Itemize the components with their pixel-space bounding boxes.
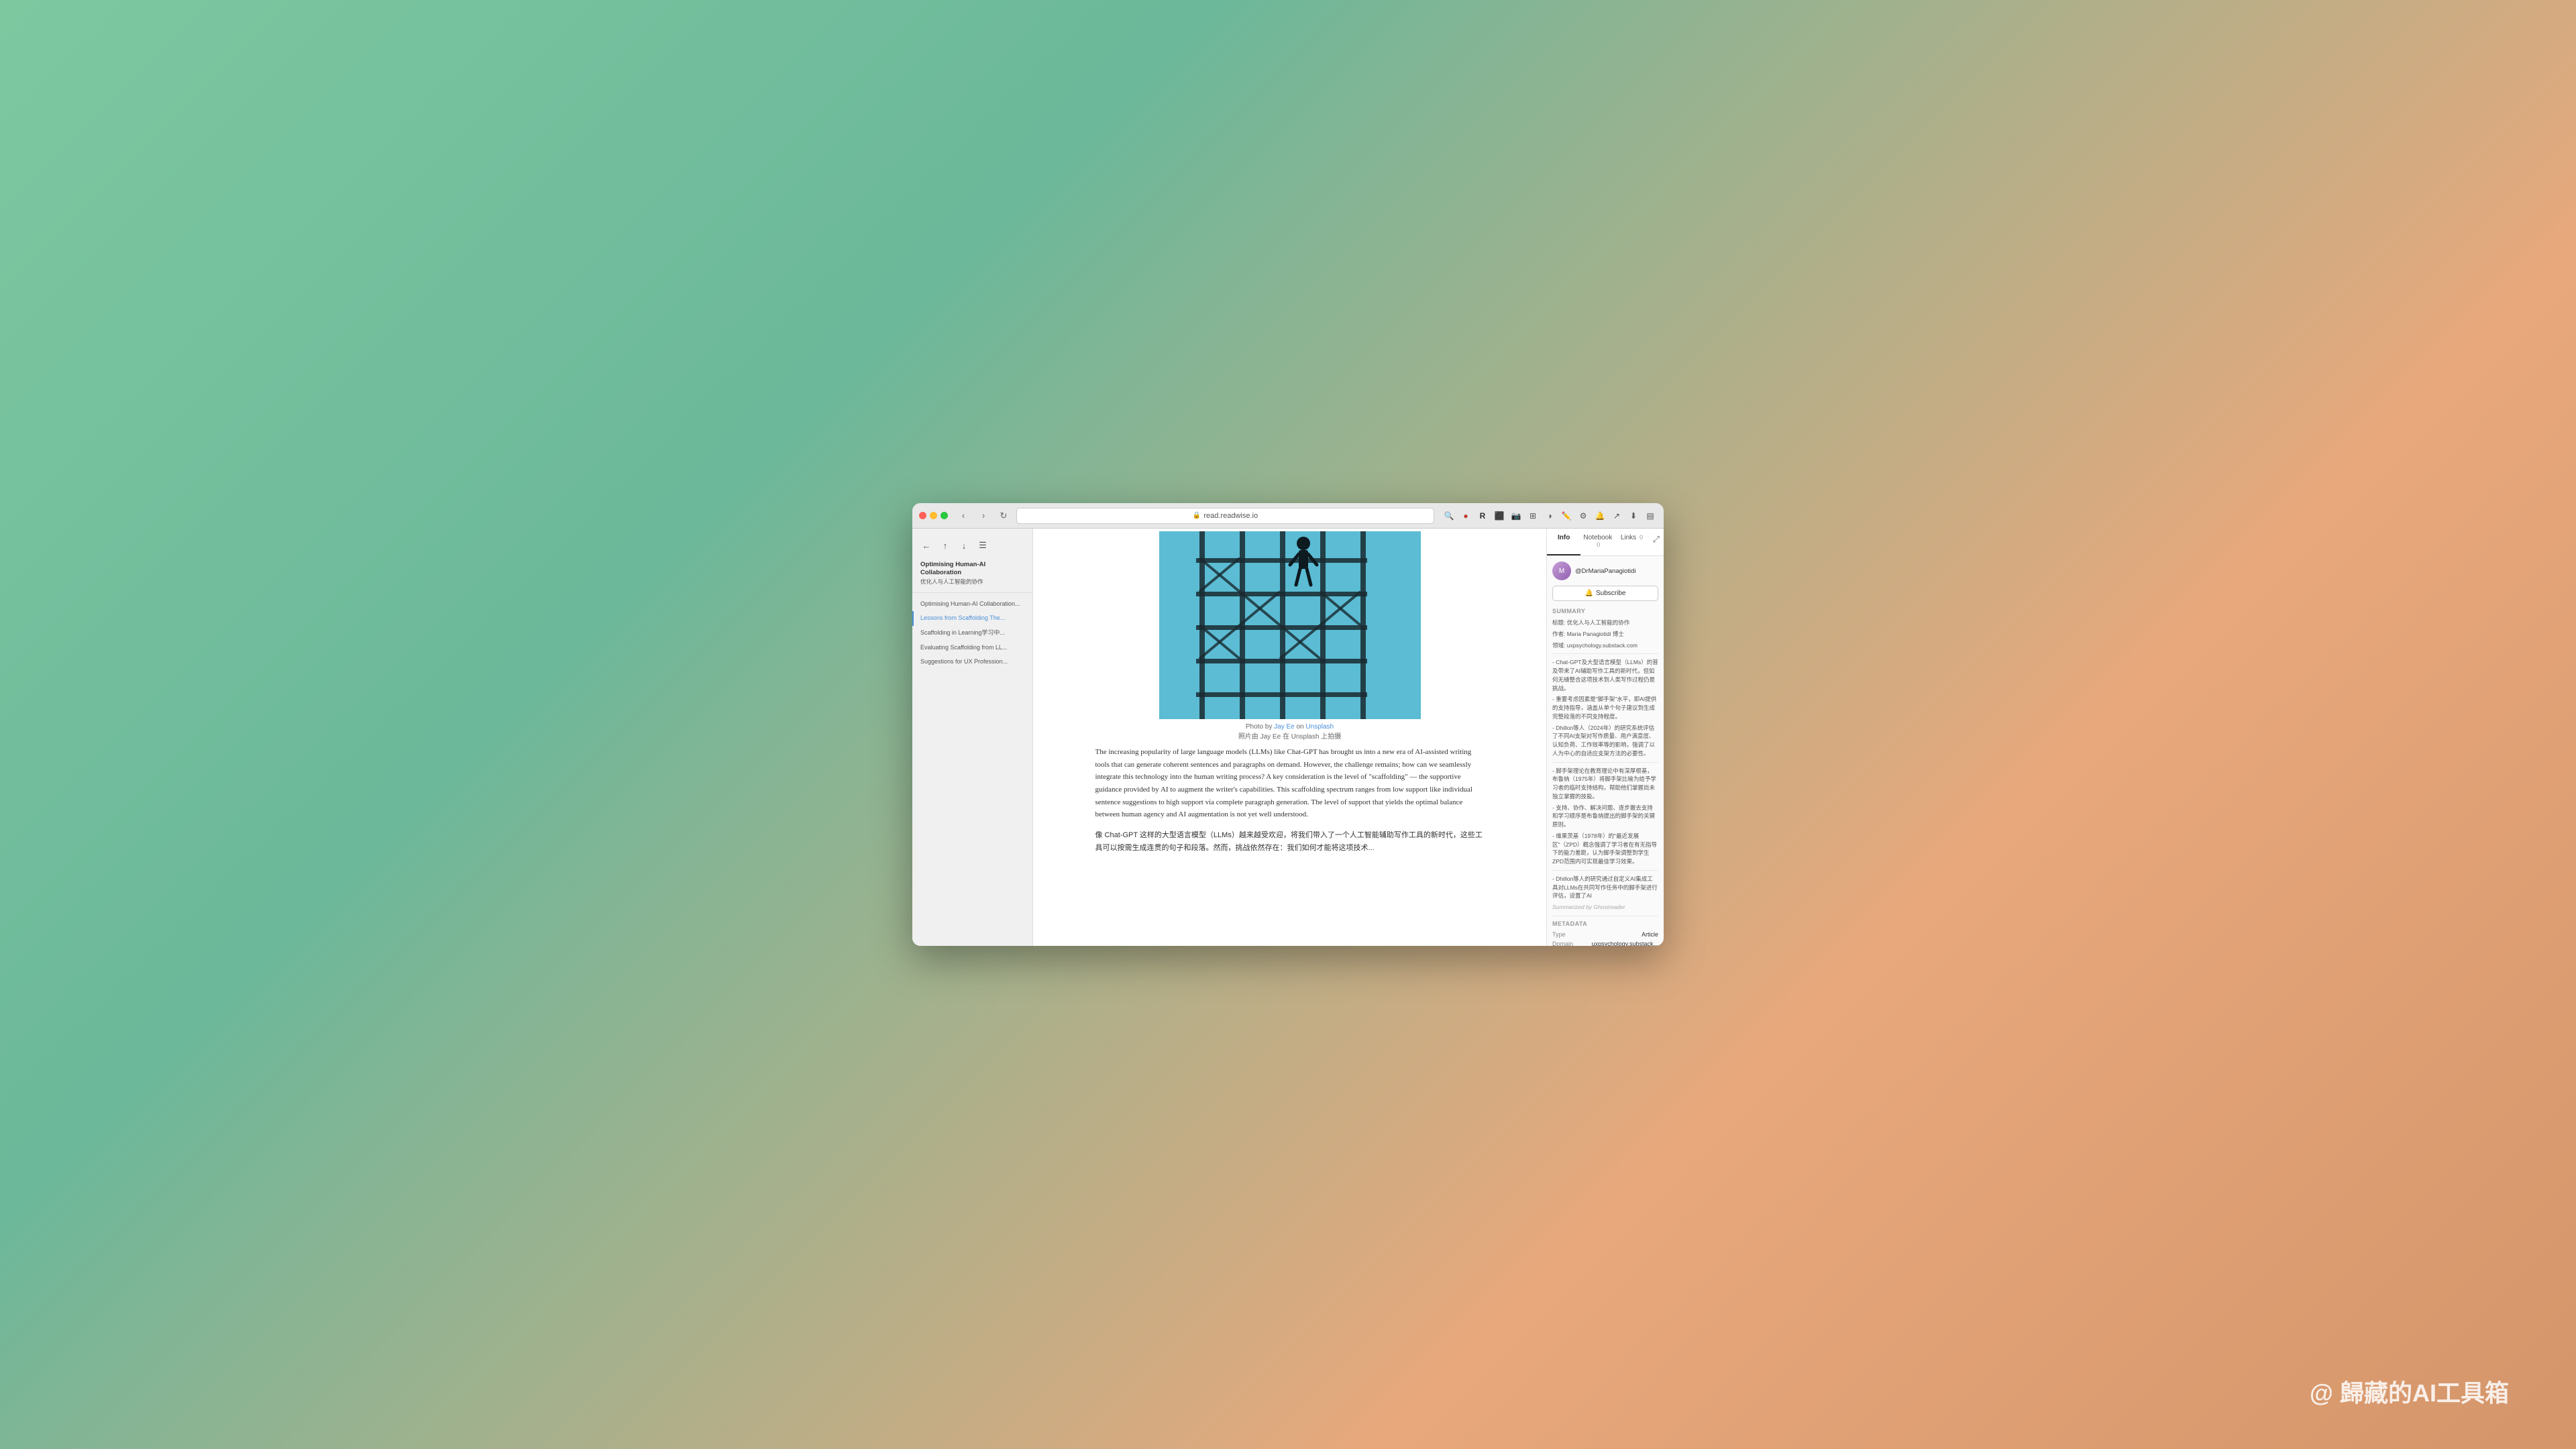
sidebar-up-button[interactable]: ↑ xyxy=(938,538,953,553)
traffic-lights xyxy=(919,512,948,519)
sidebar-item-1[interactable]: Optimising Human-AI Collaboration... xyxy=(912,597,1032,612)
share-icon[interactable]: ↗ xyxy=(1610,509,1623,523)
summary-para-3: - Dhillon等人（2024年）的研究系统评估了不同AI支架对写作质量、用户… xyxy=(1552,724,1658,758)
domain-label: Domain xyxy=(1552,941,1573,946)
nav-refresh-button[interactable]: ↻ xyxy=(996,508,1011,523)
metadata-label: METADATA xyxy=(1552,920,1658,927)
browser-window: ‹ › ↻ 🔒 read.readwise.io 🔍 ● R ⬛ 📷 ⊞ ◑ ✏… xyxy=(912,503,1664,946)
sidebar-down-button[interactable]: ↓ xyxy=(957,538,971,553)
summary-para-1: - Chat-GPT及大型语言模型（LLMs）的普及带来了AI辅助写作工具的新时… xyxy=(1552,658,1658,692)
author-row: M @DrMariaPanagiotidi xyxy=(1552,561,1658,580)
summary-para-2: - 重要考虑因素是"脚手架"水平，即AI提供的支持指导，涵盖从单个句子建议到生成… xyxy=(1552,695,1658,720)
sidebar-icon[interactable]: ▤ xyxy=(1644,509,1657,523)
minimize-button[interactable] xyxy=(930,512,937,519)
main-content: Photo by Jay Ee on Unsplash 照片由 Jay Ee 在… xyxy=(1033,529,1546,946)
record-icon[interactable]: ● xyxy=(1459,509,1472,523)
watermark: @ 歸藏的AI工具箱 xyxy=(2310,1374,2509,1409)
summary-divider-1 xyxy=(1552,653,1658,654)
type-row: Type Article xyxy=(1552,931,1658,938)
summary-line-1: 标题: 优化人与人工智能的协作 xyxy=(1552,619,1658,627)
sidebar-toggle-button[interactable]: ☰ xyxy=(975,538,990,553)
right-panel-content: M @DrMariaPanagiotidi 🔔 Subscribe SUMMAR… xyxy=(1547,556,1664,946)
type-value: Article xyxy=(1642,931,1658,938)
summary-divider-3 xyxy=(1552,870,1658,871)
nav-forward-button[interactable]: › xyxy=(976,508,991,523)
sidebar-article-title: Optimising Human-AI Collaboration 优化人与人工… xyxy=(912,558,1032,588)
pen-icon[interactable]: ✏️ xyxy=(1560,509,1573,523)
scaffolding-illustration xyxy=(1159,531,1421,719)
grid-icon[interactable]: ⊞ xyxy=(1526,509,1540,523)
caption-cn: 照片由 Jay Ee 在 Unsplash 上拍摄 xyxy=(1238,733,1341,741)
close-button[interactable] xyxy=(919,512,926,519)
screenshot-icon[interactable]: 📷 xyxy=(1509,509,1523,523)
caption-text: Photo by xyxy=(1246,723,1274,731)
article-paragraph-2-cn: 像 Chat-GPT 这样的大型语言模型（LLMs）越来越受欢迎，将我们带入了一… xyxy=(1095,829,1485,854)
right-panel-tabs: Info Notebook 0 Links 0 ⤢ xyxy=(1547,529,1664,556)
sidebar-divider xyxy=(912,592,1032,593)
url-text: read.readwise.io xyxy=(1203,512,1258,520)
summary-line-2: 作者: Maria Panagiotidi 博士 xyxy=(1552,630,1658,639)
summary-label: SUMMARY xyxy=(1552,608,1658,614)
article-paragraph-1: The increasing popularity of large langu… xyxy=(1095,746,1485,821)
article-title-cn: 优化人与人工智能的协作 xyxy=(920,578,1024,586)
panel-expand-icon[interactable]: ⤢ xyxy=(1649,529,1664,555)
right-panel: Info Notebook 0 Links 0 ⤢ M xyxy=(1546,529,1664,946)
theme-icon[interactable]: ◑ xyxy=(1543,509,1556,523)
summary-ghostreader: Summarized by Ghostreader xyxy=(1552,903,1658,912)
sidebar-item-2[interactable]: Lessons from Scaffolding The... xyxy=(912,611,1032,626)
sidebar-top-nav: ← ↑ ↓ ☰ xyxy=(912,535,1032,558)
tab-links[interactable]: Links 0 xyxy=(1615,529,1648,555)
summary-para-7: - Dhillon等人的研究通过自定义AI集成工具对LLMs在共同写作任务中的脚… xyxy=(1552,875,1658,900)
summary-para-4: - 脚手架理论在教育理论中有深厚根基，布鲁纳（1975年）将脚手架比喻为给予学习… xyxy=(1552,767,1658,801)
caption-author-link[interactable]: Jay Ee xyxy=(1274,723,1295,731)
browser-chrome: ‹ › ↻ 🔒 read.readwise.io 🔍 ● R ⬛ 📷 ⊞ ◑ ✏… xyxy=(912,503,1664,529)
nav-back-button[interactable]: ‹ xyxy=(956,508,971,523)
subscribe-button[interactable]: 🔔 Subscribe xyxy=(1552,586,1658,601)
sidebar-item-3[interactable]: Scaffolding in Learning学习中... xyxy=(912,626,1032,641)
summary-line-3: 领域: uxpsychology.substack.com xyxy=(1552,641,1658,650)
image-caption: Photo by Jay Ee on Unsplash 照片由 Jay Ee 在… xyxy=(1033,719,1546,746)
domain-row: Domain uxpsychology.substack... xyxy=(1552,941,1658,946)
article-title-en: Optimising Human-AI Collaboration xyxy=(920,561,1024,578)
readwise-icon[interactable]: R xyxy=(1476,509,1489,523)
browser-body: ← ↑ ↓ ☰ Optimising Human-AI Collaboratio… xyxy=(912,529,1664,946)
summary-para-6: - 维果茨基（1978年）的"最近发展区"（ZPD）概念强调了学习者在有无指导下… xyxy=(1552,832,1658,866)
tab-info[interactable]: Info xyxy=(1547,529,1580,555)
summary-para-5: - 支持、协作、解决问题、逐步撤去支持和学习顺序是布鲁纳提出的脚手架的关键原则。 xyxy=(1552,804,1658,829)
type-label: Type xyxy=(1552,931,1566,938)
extension-icon[interactable]: ⬛ xyxy=(1493,509,1506,523)
tab-notebook[interactable]: Notebook 0 xyxy=(1580,529,1615,555)
sidebar-item-4[interactable]: Evaluating Scaffolding from LL... xyxy=(912,641,1032,655)
domain-value: uxpsychology.substack... xyxy=(1592,941,1658,946)
author-name: @DrMariaPanagiotidi xyxy=(1575,568,1635,575)
download-icon[interactable]: ⬇ xyxy=(1627,509,1640,523)
address-bar[interactable]: 🔒 read.readwise.io xyxy=(1016,508,1434,524)
caption-on: on xyxy=(1295,723,1306,731)
sidebar-item-5[interactable]: Suggestions for UX Profession... xyxy=(912,655,1032,669)
toolbar-icons: 🔍 ● R ⬛ 📷 ⊞ ◑ ✏️ ⚙ 🔔 ↗ ⬇ ▤ xyxy=(1442,509,1657,523)
left-sidebar: ← ↑ ↓ ☰ Optimising Human-AI Collaboratio… xyxy=(912,529,1033,946)
lock-icon: 🔒 xyxy=(1193,512,1201,519)
sidebar-back-button[interactable]: ← xyxy=(919,538,934,553)
search-icon[interactable]: 🔍 xyxy=(1442,509,1456,523)
summary-divider-2 xyxy=(1552,762,1658,763)
article-body: The increasing popularity of large langu… xyxy=(1055,746,1525,873)
notification-icon[interactable]: 🔔 xyxy=(1593,509,1607,523)
article-image xyxy=(1159,531,1421,719)
caption-platform-link[interactable]: Unsplash xyxy=(1305,723,1334,731)
maximize-button[interactable] xyxy=(941,512,948,519)
author-avatar: M xyxy=(1552,561,1571,580)
settings-icon[interactable]: ⚙ xyxy=(1576,509,1590,523)
